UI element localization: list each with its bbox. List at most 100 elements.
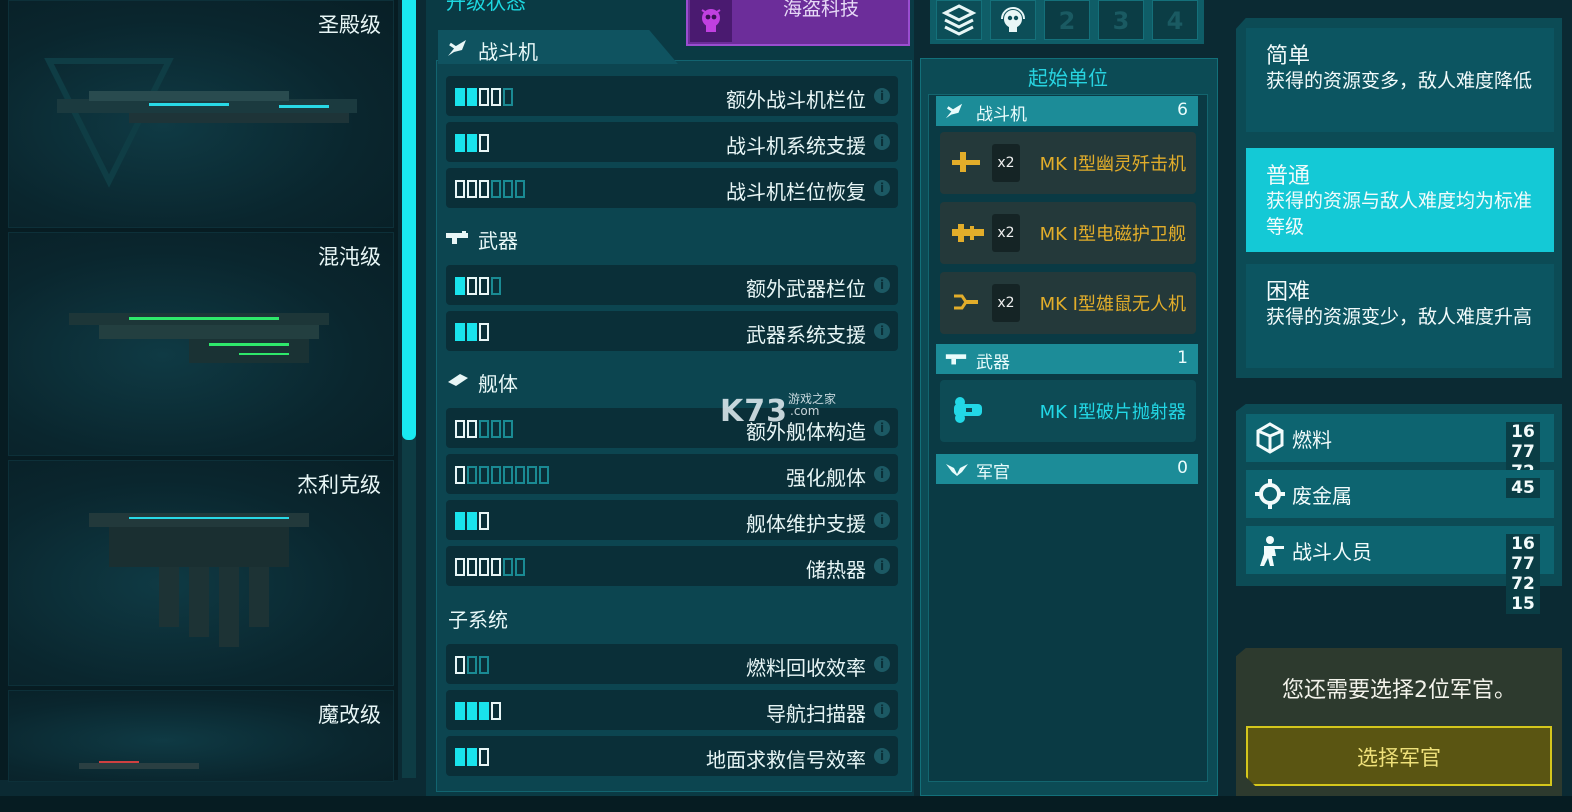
stat-label: 地面求救信号效率 — [706, 748, 866, 772]
unit-quantity: x2 — [992, 284, 1020, 322]
stat-label: 导航扫描器 — [766, 702, 866, 726]
fighter-icon — [448, 40, 466, 56]
stack-layers-icon — [941, 4, 977, 36]
unit-name: MK I型幽灵歼击机 — [1039, 154, 1186, 175]
stat-row[interactable]: 战斗机系统支援 i — [446, 122, 898, 162]
upgrade-pips — [455, 512, 489, 530]
info-icon[interactable]: i — [874, 558, 890, 574]
unit-item[interactable]: x2 MK I型电磁护卫舰 — [940, 202, 1196, 264]
category-label: 子系统 — [448, 608, 508, 632]
stat-label: 战斗机栏位恢复 — [726, 180, 866, 204]
stat-row[interactable]: 地面求救信号效率 i — [446, 736, 898, 776]
tab-squad-2[interactable]: 2 — [1044, 0, 1090, 40]
unit-quantity: x2 — [992, 214, 1020, 252]
info-icon[interactable]: i — [874, 277, 890, 293]
stat-row[interactable]: 燃料回收效率 i — [446, 644, 898, 684]
unit-group-header-weapons: 武器 1 — [936, 344, 1198, 374]
watermark-url: .com — [790, 404, 820, 418]
difficulty-hard[interactable]: 困难 获得的资源变少，敌人难度升高 — [1246, 264, 1554, 368]
difficulty-easy[interactable]: 简单 获得的资源变多，敌人难度降低 — [1246, 28, 1554, 132]
unit-name: MK I型雄鼠无人机 — [1039, 294, 1186, 315]
upgrade-pips — [455, 558, 525, 576]
stat-row[interactable]: 武器系统支援 i — [446, 311, 898, 351]
info-icon[interactable]: i — [874, 748, 890, 764]
unit-name: MK I型破片抛射器 — [1039, 402, 1186, 423]
stat-row[interactable]: 额外战斗机栏位 i — [446, 76, 898, 116]
stat-row[interactable]: 额外舰体构造 i — [446, 408, 898, 448]
info-icon[interactable]: i — [874, 180, 890, 196]
stat-row[interactable]: 储热器 i — [446, 546, 898, 586]
upgrade-pips — [455, 277, 501, 295]
stat-label: 舰体维护支援 — [746, 512, 866, 536]
fighter-icon — [945, 103, 963, 119]
tab-squad-officer[interactable] — [990, 0, 1036, 40]
resource-value: 45 — [1506, 478, 1540, 498]
stat-row[interactable]: 额外武器栏位 i — [446, 265, 898, 305]
unit-group-count: 6 — [1177, 100, 1188, 120]
soldier-icon — [1260, 536, 1284, 566]
skull-headset-icon — [1001, 7, 1025, 32]
upgrade-pips — [455, 702, 501, 720]
scrap-gear-icon — [1255, 479, 1285, 509]
info-icon[interactable]: i — [874, 656, 890, 672]
info-icon[interactable]: i — [874, 323, 890, 339]
stat-label: 燃料回收效率 — [746, 656, 866, 680]
unit-item[interactable]: MK I型破片抛射器 — [940, 380, 1196, 442]
ship-card-4[interactable]: 魔改级 — [8, 690, 394, 782]
ship-name: 圣殿级 — [318, 13, 381, 37]
unit-group-count: 0 — [1177, 458, 1188, 478]
upgrade-pips — [455, 180, 525, 198]
info-icon[interactable]: i — [874, 702, 890, 718]
tab-squad-layers[interactable] — [936, 0, 982, 40]
wraith-fighter-icon — [952, 152, 980, 172]
unit-group-label: 战斗机 — [976, 105, 1027, 125]
info-icon[interactable]: i — [874, 134, 890, 150]
upgrade-pips — [455, 656, 489, 674]
unit-item[interactable]: x2 MK I型雄鼠无人机 — [940, 272, 1196, 334]
tab-squad-3[interactable]: 3 — [1098, 0, 1144, 40]
info-icon[interactable]: i — [874, 420, 890, 436]
unit-group-label: 武器 — [976, 353, 1010, 373]
upgrade-pips — [455, 748, 489, 766]
upgrade-pips — [455, 134, 489, 152]
resource-label: 战斗人员 — [1292, 540, 1372, 564]
unit-item[interactable]: x2 MK I型幽灵歼击机 — [940, 132, 1196, 194]
resource-scrap: 废金属 45 — [1246, 470, 1554, 518]
stat-row[interactable]: 战斗机栏位恢复 i — [446, 168, 898, 208]
info-icon[interactable]: i — [874, 88, 890, 104]
ship-card-3[interactable]: 杰利克级 — [8, 460, 394, 686]
ship-name: 混沌级 — [318, 245, 381, 269]
stat-row[interactable]: 导航扫描器 i — [446, 690, 898, 730]
tab-squad-4[interactable]: 4 — [1152, 0, 1198, 40]
bottom-bar — [0, 796, 1572, 812]
ship-name: 魔改级 — [318, 703, 381, 727]
select-officer-button-label: 选择军官 — [1357, 746, 1441, 770]
category-label: 战斗机 — [478, 40, 538, 64]
faction-label: 海盗科技 — [782, 0, 859, 20]
ship-card-2[interactable]: 混沌级 — [8, 232, 394, 456]
stat-row[interactable]: 强化舰体 i — [446, 454, 898, 494]
stat-label: 储热器 — [806, 558, 866, 582]
resource-crew: 战斗人员 16 77 72 15 — [1246, 526, 1554, 614]
upgrade-pips — [455, 466, 549, 484]
stat-label: 额外战斗机栏位 — [726, 88, 866, 112]
officer-wings-icon — [946, 464, 968, 476]
stat-label: 强化舰体 — [786, 466, 866, 490]
fuel-cube-icon — [1256, 422, 1284, 454]
difficulty-title: 困难 — [1266, 280, 1311, 305]
ship-list-scroll-thumb[interactable] — [402, 0, 416, 440]
stat-row[interactable]: 舰体维护支援 i — [446, 500, 898, 540]
hull-plate-icon — [448, 374, 468, 386]
pirate-skull-icon — [690, 0, 732, 42]
officer-prompt-message: 您还需要选择2位军官。 — [1282, 678, 1516, 703]
unit-group-header-fighters: 战斗机 6 — [936, 96, 1198, 126]
escort-icon — [952, 224, 984, 242]
info-icon[interactable]: i — [874, 512, 890, 528]
difficulty-normal[interactable]: 普通 获得的资源与敌人难度均为标准等级 — [1246, 148, 1554, 252]
ship-card-1[interactable]: 圣殿级 — [8, 0, 394, 228]
category-tab-fighters — [438, 30, 678, 64]
category-label: 武器 — [478, 229, 518, 253]
info-icon[interactable]: i — [874, 466, 890, 482]
resource-label: 燃料 — [1292, 428, 1332, 452]
difficulty-title: 普通 — [1266, 164, 1311, 189]
